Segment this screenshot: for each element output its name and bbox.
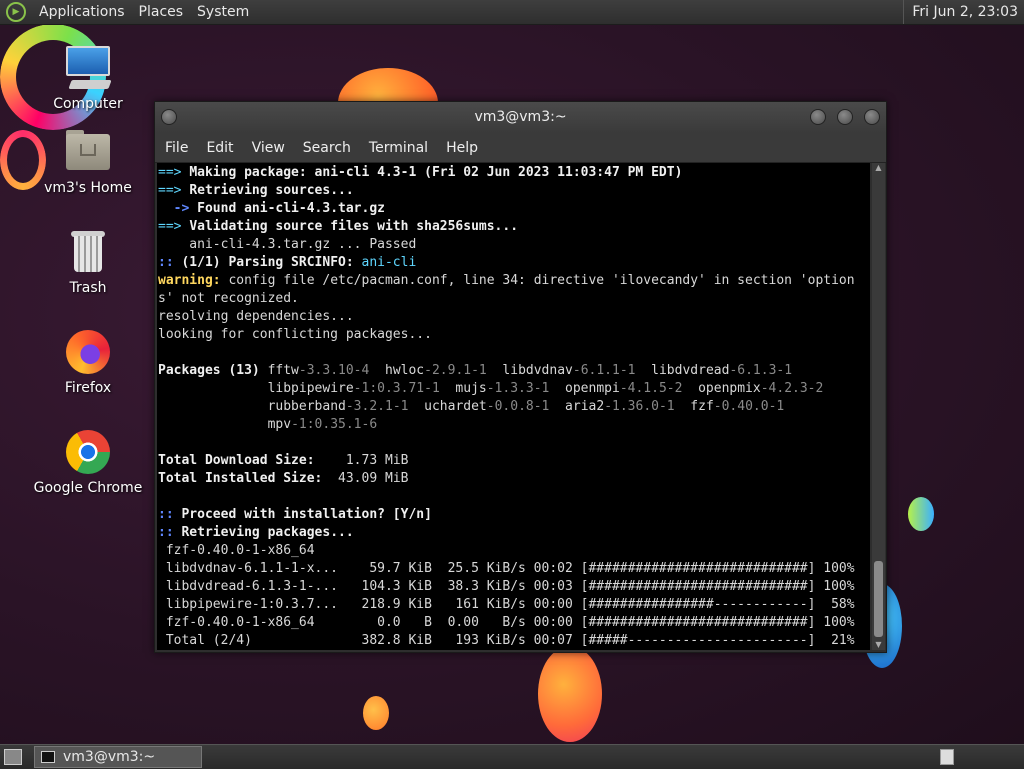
menu-places[interactable]: Places	[132, 0, 191, 24]
scroll-down-arrow-icon[interactable]: ▼	[874, 640, 883, 650]
wallpaper-blob	[363, 696, 389, 730]
terminal-icon	[41, 751, 55, 763]
menu-edit[interactable]: Edit	[196, 140, 241, 156]
bottom-panel: vm3@vm3:~	[0, 744, 1024, 769]
desktop-icon-label: Firefox	[64, 380, 112, 396]
desktop-icon-chrome[interactable]: Google Chrome	[33, 428, 143, 496]
top-panel: ▶ Applications Places System Fri Jun 2, …	[0, 0, 1024, 25]
show-desktop-icon[interactable]	[4, 749, 22, 765]
workspace-switcher[interactable]	[940, 749, 954, 765]
window-title: vm3@vm3:~	[474, 109, 567, 125]
chrome-icon	[64, 428, 112, 476]
minimize-icon[interactable]	[810, 109, 826, 125]
menu-help[interactable]: Help	[436, 140, 486, 156]
menu-file[interactable]: File	[155, 140, 196, 156]
terminal-scrollbar[interactable]: ▲ ▼	[872, 163, 885, 650]
desktop-icon-label: Trash	[69, 280, 107, 296]
scrollbar-thumb[interactable]	[874, 561, 883, 637]
terminal-menubar: File Edit View Search Terminal Help	[155, 133, 886, 163]
menu-terminal[interactable]: Terminal	[359, 140, 436, 156]
menu-search[interactable]: Search	[293, 140, 359, 156]
close-icon[interactable]	[864, 109, 880, 125]
terminal-text: ==> Making package: ani-cli 4.3-1 (Fri 0…	[158, 165, 855, 648]
mate-logo-icon[interactable]: ▶	[6, 2, 26, 22]
desktop-icon-label: Computer	[53, 96, 123, 112]
firefox-icon	[64, 328, 112, 376]
desktop-icon-label: Google Chrome	[33, 480, 143, 496]
desktop-icon-computer[interactable]: Computer	[33, 44, 143, 112]
trash-icon	[64, 228, 112, 276]
window-menu-icon[interactable]	[161, 109, 177, 125]
home-folder-icon	[64, 128, 112, 176]
desktop-icon-home[interactable]: vm3's Home	[33, 128, 143, 196]
panel-clock[interactable]: Fri Jun 2, 23:03	[903, 0, 1018, 24]
window-titlebar[interactable]: vm3@vm3:~	[155, 102, 886, 133]
menu-applications[interactable]: Applications	[32, 0, 132, 24]
terminal-output[interactable]: ==> Making package: ani-cli 4.3-1 (Fri 0…	[157, 163, 870, 650]
desktop-icon-label: vm3's Home	[44, 180, 132, 196]
scroll-up-arrow-icon[interactable]: ▲	[874, 163, 883, 173]
menu-view[interactable]: View	[242, 140, 293, 156]
maximize-icon[interactable]	[837, 109, 853, 125]
menu-system[interactable]: System	[190, 0, 256, 24]
desktop-icon-trash[interactable]: Trash	[33, 228, 143, 296]
wallpaper-blob	[538, 646, 602, 742]
wallpaper-blob	[908, 497, 934, 531]
desktop-icon-firefox[interactable]: Firefox	[33, 328, 143, 396]
taskbar-label: vm3@vm3:~	[63, 749, 156, 765]
computer-icon	[64, 44, 112, 92]
terminal-window[interactable]: vm3@vm3:~ File Edit View Search Terminal…	[154, 101, 887, 653]
taskbar-terminal-button[interactable]: vm3@vm3:~	[34, 746, 202, 768]
